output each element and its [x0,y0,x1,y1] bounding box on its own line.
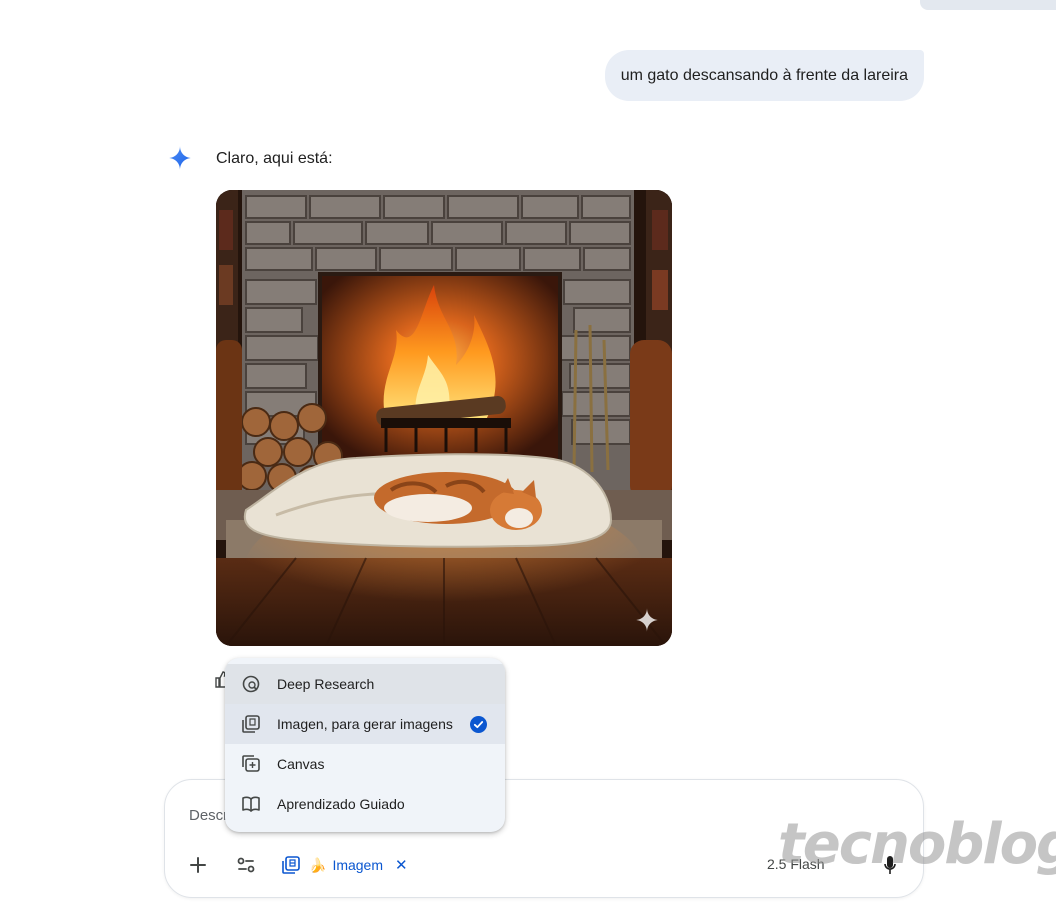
assistant-reply-text: Claro, aqui está: [216,150,333,167]
top-bar-remnant [920,0,1056,10]
add-button-plus-icon[interactable] [185,852,211,878]
book-icon [242,796,260,812]
check-circle-icon [470,716,487,733]
watermark-logo: tecnoblog [778,812,1056,877]
menu-item-label: Imagen, para gerar imagens [277,716,453,732]
gemini-sparkle-icon [168,146,192,170]
canvas-icon [242,755,260,772]
user-message-bubble: um gato descansando à frente da lareira [604,50,924,101]
menu-item-deep-research[interactable]: Deep Research [225,664,505,704]
image-gen-icon [282,856,300,874]
image-chip-label: Imagem [332,857,384,873]
menu-item-canvas[interactable]: Canvas [225,744,505,784]
image-gen-icon [242,715,260,733]
menu-item-label: Canvas [277,756,325,772]
deep-research-icon [242,675,260,693]
menu-item-guided-learning[interactable]: Aprendizado Guiado [225,784,505,824]
image-tool-chip[interactable]: 🍌 Imagem ✕ [281,850,408,880]
generated-image[interactable] [216,190,672,646]
tools-toggle-icon[interactable] [233,852,259,878]
menu-item-label: Aprendizado Guiado [277,796,405,812]
chip-close-icon[interactable]: ✕ [395,856,408,874]
user-message-text: um gato descansando à frente da lareira [620,66,908,84]
tools-menu: Deep Research Imagen, para gerar imagens… [225,658,505,832]
banana-emoji: 🍌 [309,856,327,873]
menu-item-label: Deep Research [277,676,375,692]
menu-item-imagen[interactable]: Imagen, para gerar imagens [225,704,505,744]
